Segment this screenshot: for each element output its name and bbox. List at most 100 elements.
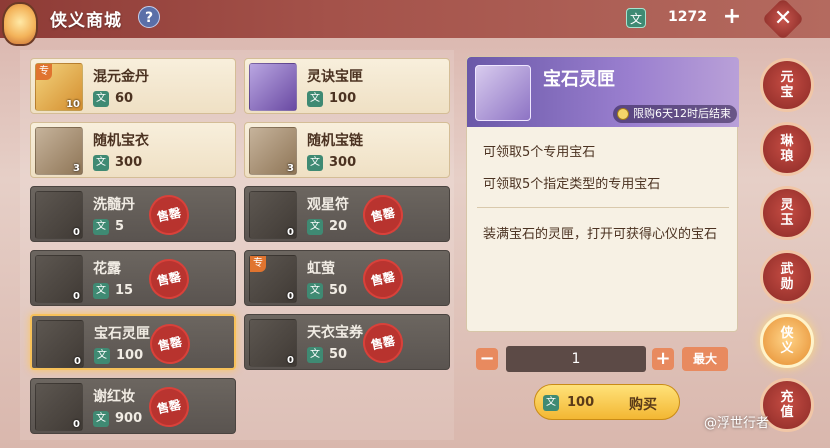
detail-item-image [475,65,531,121]
item-stock-count: 0 [287,227,294,238]
shop-item-card[interactable]: 0 花露文 15 售罄 [30,250,236,306]
currency-icon: 文 [307,219,323,235]
lantern-icon [2,2,38,46]
shop-item-card[interactable]: 0 谢红妆文 900 售罄 [30,378,236,434]
shop-item-card[interactable]: 0 洗髓丹文 5 售罄 [30,186,236,242]
item-image: 专0 [249,255,297,303]
item-name: 虹萤 [307,261,335,277]
close-button[interactable]: ✕ [761,0,805,41]
item-name: 谢红妆 [93,389,135,405]
quantity-input[interactable]: 1 [506,346,646,372]
quantity-stepper: − 1 + 最大 [476,346,736,372]
side-tab-label: 武勋 [780,262,794,292]
item-stock-count: 0 [73,227,80,238]
item-price: 50 [329,347,348,362]
sold-out-stamp: 售罄 [359,255,407,303]
item-price: 5 [115,219,125,234]
increase-button[interactable]: + [652,348,674,370]
item-image: 0 [35,383,83,431]
max-button[interactable]: 最大 [682,347,728,371]
shop-item-card[interactable]: 专 0 虹萤文 50 售罄 [244,250,450,306]
side-tab-label: 侠义 [780,326,794,356]
side-tab[interactable]: 元宝 [760,58,814,112]
shop-item-card[interactable]: 0 宝石灵匣文 100 售罄 [30,314,236,370]
add-currency-button[interactable]: + [722,5,742,29]
item-price: 20 [329,219,348,234]
currency-icon: 文 [93,91,109,107]
item-price: 60 [115,91,134,106]
sold-out-stamp: 售罄 [359,191,407,239]
item-name: 随机宝衣 [93,133,149,149]
item-image: 0 [249,319,297,367]
currency-icon: 文 [94,348,110,364]
item-price: 900 [115,411,143,426]
item-price: 50 [329,283,348,298]
limit-badge: 限购6天12时后结束 [613,105,737,123]
item-name: 灵诀宝匣 [307,69,363,85]
detail-line-1: 可领取5个专用宝石 [483,145,596,160]
item-image: 3 [35,127,83,175]
limit-text: 限购6天12时后结束 [633,107,731,120]
shop-item-card[interactable]: 灵诀宝匣文 100 [244,58,450,114]
item-image: 3 [249,127,297,175]
side-tab-label: 充值 [780,390,794,420]
item-stock-count: 3 [73,163,80,174]
currency-icon: 文 [307,155,323,171]
exclusive-tag: 专 [36,64,52,80]
exclusive-tag: 专 [250,256,266,272]
sold-out-stamp: 售罄 [145,383,193,431]
decrease-button[interactable]: − [476,348,498,370]
side-tab[interactable]: 侠义 [760,314,814,368]
buy-price: 100 [567,395,595,410]
currency-icon: 文 [543,395,559,411]
item-stock-count: 0 [73,291,80,302]
shop-item-card[interactable]: 3 随机宝链文 300 [244,122,450,178]
item-stock-count: 0 [73,419,80,430]
currency-icon: 文 [93,411,109,427]
currency-icon: 文 [307,283,323,299]
shop-item-card[interactable]: 0 天衣宝券文 50 售罄 [244,314,450,370]
help-button[interactable]: ? [138,6,160,28]
currency-icon: 文 [307,91,323,107]
item-price: 300 [329,155,357,170]
currency-amount: 1272 [668,9,707,25]
item-stock-count: 10 [66,99,80,110]
item-price: 100 [116,348,144,363]
sold-out-stamp: 售罄 [146,320,194,368]
page-title: 侠义商城 [50,11,122,31]
item-name: 洗髓丹 [93,197,135,213]
sold-out-stamp: 售罄 [145,191,193,239]
shop-item-card[interactable]: 0 观星符文 20 售罄 [244,186,450,242]
top-bar: 侠义商城 ? 文 1272 + ✕ [0,0,830,46]
item-price: 300 [115,155,143,170]
item-stock-count: 0 [287,291,294,302]
shop-item-grid: 专 10 混元金丹文 60 灵诀宝匣文 100 3 随机宝衣文 300 3 随机宝链文 300 0 洗髓丹… [20,50,454,440]
divider [477,207,729,208]
item-price: 100 [329,91,357,106]
item-image: 专 10 [35,63,83,111]
detail-item-name: 宝石灵匣 [543,69,615,90]
detail-header: 宝石灵匣 限购6天12时后结束 [467,57,739,127]
side-tab[interactable]: 武勋 [760,250,814,304]
shop-item-card[interactable]: 3 随机宝衣文 300 [30,122,236,178]
side-tab[interactable]: 灵玉 [760,186,814,240]
item-image: 0 [35,191,83,239]
item-name: 花露 [93,261,121,277]
item-stock-count: 3 [287,163,294,174]
close-icon: ✕ [773,6,793,32]
item-name: 观星符 [307,197,349,213]
side-tab[interactable]: 琳琅 [760,122,814,176]
side-tab-label: 琳琅 [780,134,794,164]
item-image [249,63,297,111]
sold-out-stamp: 售罄 [145,255,193,303]
item-stock-count: 0 [74,356,81,367]
item-image: 0 [35,255,83,303]
item-price: 15 [115,283,134,298]
sold-out-stamp: 售罄 [359,319,407,367]
item-stock-count: 0 [287,355,294,366]
currency-icon: 文 [93,219,109,235]
item-image: 0 [36,320,84,368]
currency-icon: 文 [307,347,323,363]
shop-item-card[interactable]: 专 10 混元金丹文 60 [30,58,236,114]
buy-button[interactable]: 文 100 购买 [534,384,680,420]
